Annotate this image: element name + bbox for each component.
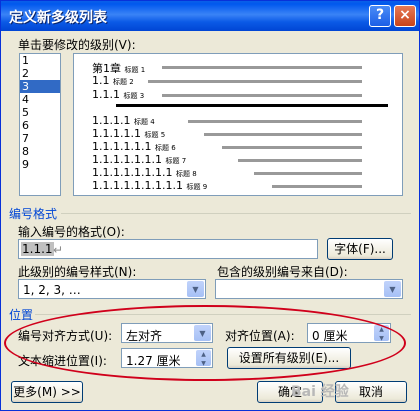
preview-line: [188, 120, 362, 123]
font-button[interactable]: 字体(F)...: [327, 238, 393, 260]
preview-line: [238, 159, 362, 162]
preview-tag: 标题 9: [186, 183, 208, 191]
preview-line: [254, 172, 362, 175]
preview-tag: 标题 2: [113, 78, 134, 86]
preview-number: 1.1.1.1: [92, 114, 131, 127]
level-item[interactable]: 1: [20, 54, 60, 67]
preview-line: [148, 80, 362, 83]
preview-tag: 标题 4: [133, 118, 155, 126]
watermark: Bai 经验: [291, 384, 349, 400]
preview-row: 1.1.1.1.1.1.1 标题 7: [74, 153, 404, 166]
preview-row: 1.1.1.1.1.1.1.1.1 标题 9: [74, 179, 404, 192]
preview-row: 第1章 标题 1: [74, 60, 404, 75]
preview-line: [272, 185, 362, 188]
preview-tag: 标题 7: [165, 157, 187, 165]
number-style-label: 此级别的编号样式(N):: [18, 265, 137, 279]
position-section-label: 位置: [9, 308, 34, 322]
include-level-select[interactable]: ▼: [215, 279, 403, 299]
preview-tag: 标题 6: [154, 144, 176, 152]
close-button[interactable]: ×: [394, 5, 416, 27]
preview-tag: 标题 8: [175, 170, 197, 178]
preview-line: [222, 146, 362, 149]
dropdown-arrow-icon[interactable]: ▼: [187, 281, 204, 297]
include-level-label: 包含的级别编号来自(D):: [217, 265, 348, 279]
annotation-ellipse: [4, 305, 406, 381]
preview-line: [162, 94, 362, 97]
preview-tag: 标题 3: [123, 92, 145, 100]
preview-line: [162, 66, 362, 69]
level-list[interactable]: 1 2 3 4 5 6 7 8 9: [19, 53, 61, 196]
level-item-selected[interactable]: 3: [20, 80, 60, 93]
list-preview: 第1章 标题 1 1.1 标题 2 1.1.1 标题 3 1.1.1.1 标题 …: [73, 53, 403, 196]
level-item[interactable]: 5: [20, 106, 60, 119]
level-item[interactable]: 6: [20, 119, 60, 132]
preview-row: 1.1.1.1.1.1 标题 6: [74, 140, 404, 153]
paragraph-mark-icon: ↵: [53, 243, 64, 257]
help-button[interactable]: ?: [369, 5, 391, 27]
more-button[interactable]: 更多(M) >>: [11, 381, 83, 403]
level-item[interactable]: 2: [20, 67, 60, 80]
format-field-number: 1.1.1: [21, 242, 54, 256]
number-format-input[interactable]: 1.1.1 ↵: [18, 239, 318, 259]
preview-number: 1.1.1.1.1.1: [92, 140, 152, 153]
level-item[interactable]: 4: [20, 93, 60, 106]
preview-row: 1.1.1.1.1 标题 5: [74, 127, 404, 140]
preview-line: [204, 133, 362, 136]
preview-number: 1.1: [92, 74, 110, 87]
preview-row: 1.1.1.1.1.1.1.1 标题 8: [74, 166, 404, 179]
preview-number: 1.1.1.1.1.1.1: [92, 153, 162, 166]
preview-tag: 标题 5: [144, 131, 166, 139]
level-item[interactable]: 9: [20, 158, 60, 171]
level-item[interactable]: 7: [20, 132, 60, 145]
preview-number: 1.1.1.1.1: [92, 127, 141, 140]
number-style-select[interactable]: 1, 2, 3, … ▼: [18, 279, 206, 299]
number-format-section-label: 编号格式: [9, 207, 58, 221]
preview-number: 1.1.1: [92, 88, 120, 101]
title-bar: 定义新多级列表 ? ×: [1, 1, 419, 31]
preview-row: 1.1 标题 2: [74, 74, 404, 87]
define-multilevel-list-dialog: 定义新多级列表 ? × 单击要修改的级别(V): 1 2 3 4 5 6 7 8…: [0, 0, 420, 411]
preview-number: 1.1.1.1.1.1.1.1: [92, 166, 173, 179]
selected-level-indicator: [116, 104, 388, 107]
dialog-title: 定义新多级列表: [9, 10, 107, 26]
level-select-label: 单击要修改的级别(V):: [18, 38, 136, 52]
format-label: 输入编号的格式(O):: [18, 225, 125, 239]
number-style-value: 1, 2, 3, …: [23, 283, 81, 297]
preview-row: 1.1.1.1 标题 4: [74, 114, 404, 127]
preview-tag: 标题 1: [124, 66, 146, 74]
preview-row: 1.1.1 标题 3: [74, 88, 404, 101]
section-divider: [61, 213, 411, 214]
preview-number: 1.1.1.1.1.1.1.1.1: [92, 179, 183, 192]
level-item[interactable]: 8: [20, 145, 60, 158]
dropdown-arrow-icon[interactable]: ▼: [384, 281, 401, 297]
